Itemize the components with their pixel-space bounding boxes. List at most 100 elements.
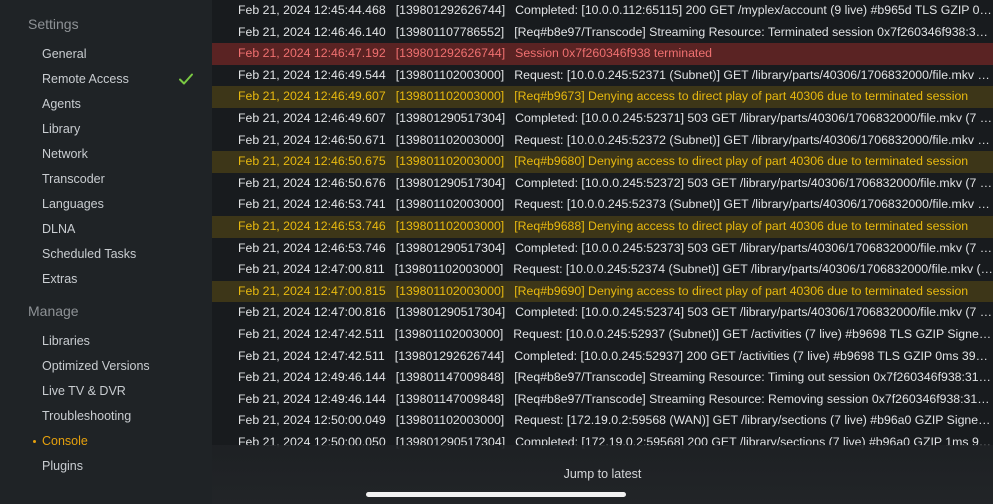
sidebar-item-live-tv-dvr[interactable]: Live TV & DVR: [42, 381, 202, 401]
sidebar-item-plugins[interactable]: Plugins: [42, 456, 202, 476]
log-thread-id: [139801102003000]: [395, 413, 505, 428]
sidebar-item-transcoder[interactable]: Transcoder: [42, 169, 202, 189]
log-row-warning: Feb 21, 2024 12:46:49.607 [13980110200300…: [212, 86, 993, 108]
log-message: Completed: [10.0.0.112:65115] 200 GET /m…: [515, 3, 993, 17]
log-message: Completed: [10.0.0.245:52937] 200 GET /a…: [514, 348, 993, 363]
log-message: Request: [172.19.0.2:59568 (WAN)] GET /l…: [514, 413, 993, 428]
sidebar-item-label: Live TV & DVR: [42, 384, 126, 398]
log-row-error: Feb 21, 2024 12:46:47.192 [13980129262674…: [212, 43, 993, 65]
log-row: Feb 21, 2024 12:46:46.140 [13980110778655…: [212, 22, 993, 44]
log-row: Feb 21, 2024 12:47:42.511 [13980110200300…: [212, 324, 993, 346]
sidebar-item-libraries[interactable]: Libraries: [42, 331, 202, 351]
log-message: Request: [10.0.0.245:52374 (Subnet)] GET…: [513, 262, 993, 277]
sidebar-item-label: Languages: [42, 197, 104, 211]
log-timestamp: Feb 21, 2024 12:46:53.741: [238, 197, 386, 212]
sidebar-item-agents[interactable]: Agents: [42, 94, 202, 114]
log-timestamp: Feb 21, 2024 12:49:46.144: [238, 370, 386, 385]
log-row: Feb 21, 2024 12:47:00.816 [13980129051730…: [212, 302, 993, 324]
log-row: Feb 21, 2024 12:49:46.144 [13980114700984…: [212, 389, 993, 411]
log-row: Feb 21, 2024 12:46:49.544 [13980110200300…: [212, 65, 993, 87]
home-indicator[interactable]: [366, 492, 626, 497]
sidebar-item-label: Console: [42, 434, 88, 448]
log-timestamp: Feb 21, 2024 12:46:53.746: [238, 219, 386, 233]
log-thread-id: [139801292626744]: [395, 3, 506, 17]
jump-to-latest-button[interactable]: Jump to latest: [212, 467, 993, 481]
sidebar-item-label: Library: [42, 122, 81, 136]
log-row: Feb 21, 2024 12:50:00.049 [13980110200300…: [212, 410, 993, 432]
sidebar-item-label: Transcoder: [42, 172, 105, 186]
log-timestamp: Feb 21, 2024 12:46:50.675: [238, 154, 386, 169]
log-message: Completed: [10.0.0.245:52371] 503 GET /l…: [515, 111, 993, 125]
log-thread-id: [139801290517304]: [395, 175, 506, 190]
settings-sidebar: Settings General Remote Access Agents Li…: [0, 0, 212, 504]
sidebar-item-label: Network: [42, 147, 88, 161]
log-row: Feb 21, 2024 12:46:53.741 [13980110200300…: [212, 194, 993, 216]
log-thread-id: [139801102003000]: [395, 219, 505, 233]
log-timestamp: Feb 21, 2024 12:49:46.144: [238, 391, 386, 406]
sidebar-item-dlna[interactable]: DLNA: [42, 219, 202, 239]
sidebar-item-troubleshooting[interactable]: Troubleshooting: [42, 406, 202, 426]
sidebar-item-network[interactable]: Network: [42, 144, 202, 164]
sidebar-item-scheduled-tasks[interactable]: Scheduled Tasks: [42, 244, 202, 264]
log-timestamp: Feb 21, 2024 12:46:49.607: [238, 89, 386, 104]
log-row: Feb 21, 2024 12:49:46.144 [13980114700984…: [212, 367, 993, 389]
sidebar-item-label: Plugins: [42, 459, 83, 473]
log-row: Feb 21, 2024 12:46:49.607 [13980129051730…: [212, 108, 993, 130]
sidebar-item-general[interactable]: General: [42, 44, 202, 64]
log-row-warning: Feb 21, 2024 12:46:50.675 [13980110200300…: [212, 151, 993, 173]
log-thread-id: [139801102003000]: [395, 283, 505, 298]
log-row-warning: Feb 21, 2024 12:46:53.746 [13980110200300…: [212, 216, 993, 238]
log-row: Feb 21, 2024 12:47:42.511 [13980129262674…: [212, 346, 993, 368]
sidebar-item-extras[interactable]: Extras: [42, 269, 202, 289]
log-message: Request: [10.0.0.245:52372 (Subnet)] GET…: [514, 132, 993, 147]
log-message: [Req#b8e97/Transcode] Streaming Resource…: [514, 24, 993, 39]
active-indicator-dot: [33, 440, 36, 443]
console-log-panel[interactable]: Feb 21, 2024 12:45:44.468 [13980129262674…: [212, 0, 993, 504]
log-thread-id: [139801102003000]: [395, 154, 505, 169]
log-message: Session 0x7f260346f938 terminated: [515, 46, 713, 61]
log-thread-id: [139801102003000]: [395, 132, 505, 147]
check-icon: [179, 73, 193, 85]
log-thread-id: [139801290517304]: [395, 111, 506, 125]
log-message: Completed: [10.0.0.245:52373] 503 GET /l…: [515, 240, 993, 255]
log-thread-id: [139801292626744]: [394, 348, 505, 363]
log-timestamp: Feb 21, 2024 12:45:44.468: [238, 3, 386, 17]
log-timestamp: Feb 21, 2024 12:47:00.815: [238, 283, 386, 298]
sidebar-item-label: Libraries: [42, 334, 90, 348]
log-row: Feb 21, 2024 12:46:50.676 [13980129051730…: [212, 173, 993, 195]
sidebar-item-label: Optimized Versions: [42, 359, 150, 373]
log-timestamp: Feb 21, 2024 12:47:42.511: [238, 327, 385, 341]
sidebar-item-console[interactable]: Console: [33, 431, 202, 451]
log-row: Feb 21, 2024 12:46:50.671 [13980110200300…: [212, 130, 993, 152]
log-thread-id: [139801290517304]: [395, 240, 506, 255]
log-timestamp: Feb 21, 2024 12:46:47.192: [238, 46, 386, 61]
sidebar-item-label: Troubleshooting: [42, 409, 132, 423]
log-message: [Req#b9680] Denying access to direct pla…: [514, 154, 969, 169]
log-thread-id: [139801102003000]: [394, 262, 504, 277]
sidebar-item-library[interactable]: Library: [42, 119, 202, 139]
sidebar-item-remote-access[interactable]: Remote Access: [42, 69, 202, 89]
log-message: Request: [10.0.0.245:52937 (Subnet)] GET…: [513, 327, 993, 341]
log-message: Completed: [10.0.0.245:52372] 503 GET /l…: [515, 175, 993, 190]
log-message: Request: [10.0.0.245:52373 (Subnet)] GET…: [514, 197, 993, 212]
log-thread-id: [139801147009848]: [395, 370, 505, 385]
log-thread-id: [139801107786552]: [395, 24, 505, 39]
log-timestamp: Feb 21, 2024 12:47:00.816: [238, 305, 386, 320]
sidebar-item-optimized-versions[interactable]: Optimized Versions: [42, 356, 202, 376]
log-timestamp: Feb 21, 2024 12:46:46.140: [238, 24, 386, 39]
log-row: Feb 21, 2024 12:45:44.468 [13980129262674…: [212, 0, 993, 22]
log-timestamp: Feb 21, 2024 12:46:49.544: [238, 67, 386, 82]
sidebar-item-label: DLNA: [42, 222, 76, 236]
log-row: Feb 21, 2024 12:46:53.746 [13980129051730…: [212, 238, 993, 260]
log-thread-id: [139801292626744]: [395, 46, 506, 61]
log-thread-id: [139801102003000]: [395, 89, 505, 104]
sidebar-item-label: Remote Access: [42, 72, 129, 86]
log-message: Request: [10.0.0.245:52371 (Subnet)] GET…: [514, 67, 993, 82]
log-row-warning: Feb 21, 2024 12:47:00.815 [13980110200300…: [212, 280, 993, 303]
log-message: [Req#b9688] Denying access to direct pla…: [514, 219, 969, 233]
log-message: [Req#b9690] Denying access to direct pla…: [514, 283, 969, 298]
sidebar-item-languages[interactable]: Languages: [42, 194, 202, 214]
log-thread-id: [139801102003000]: [395, 197, 505, 212]
settings-section-title: Settings: [28, 16, 79, 32]
log-thread-id: [139801147009848]: [395, 391, 505, 406]
